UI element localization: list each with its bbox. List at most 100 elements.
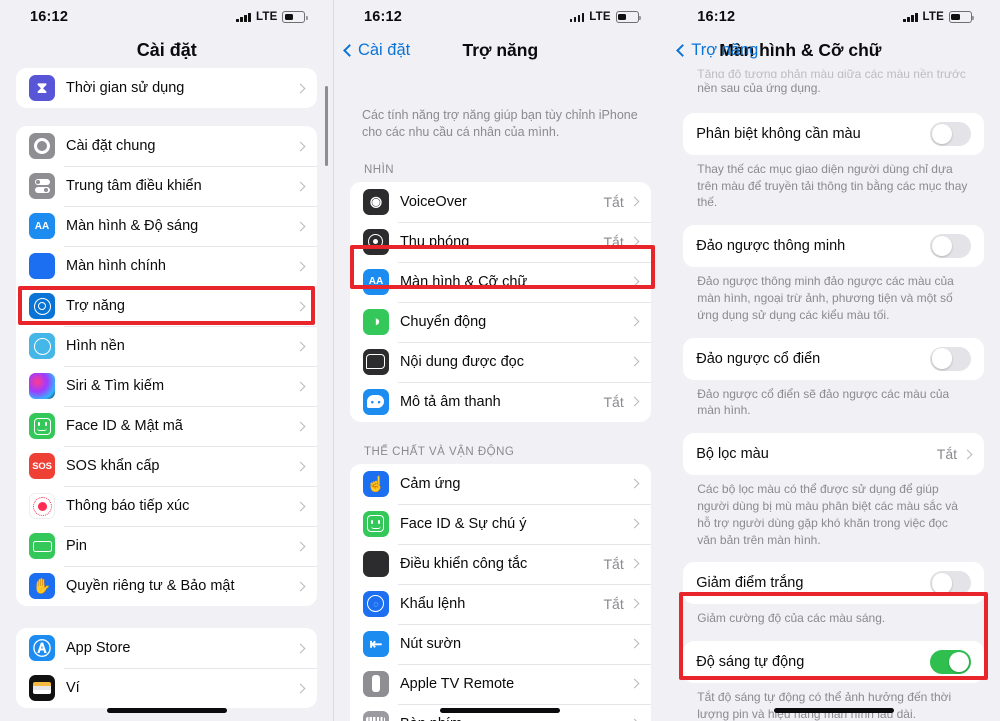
row-label: Pin <box>66 538 87 554</box>
group-auto-brightness: Độ sáng tự động <box>683 641 985 684</box>
row-voice-control[interactable]: Khẩu lệnh Tắt <box>350 583 651 624</box>
row-label: Hình nền <box>66 338 125 354</box>
chevron-right-icon <box>629 396 640 407</box>
row-label: Mô tả âm thanh <box>399 393 501 410</box>
sidebar-item-home-screen[interactable]: Màn hình chính <box>16 246 318 286</box>
row-side-button[interactable]: Nút sườn <box>350 623 651 664</box>
accessibility-scroll-area[interactable]: Các tính năng trợ năng giúp bạn tùy chỉn… <box>334 70 667 721</box>
row-color-filters[interactable]: Bộ lọc màu Tắt <box>683 433 984 475</box>
nav-bar-settings: Cài đặt <box>0 30 334 70</box>
toggle-differentiate-without-color[interactable] <box>930 121 972 146</box>
sidebar-item-screentime[interactable]: Thời gian sử dụng <box>16 68 317 108</box>
row-switch-control[interactable]: Điều khiển công tắc Tắt <box>350 543 651 584</box>
display-text-scroll-area[interactable]: Tăng độ tương phản màu giữa các màu nền … <box>667 66 1000 721</box>
carrier-label: LTE <box>922 11 945 23</box>
cellular-signal-icon <box>903 12 918 22</box>
home-indicator <box>106 708 227 713</box>
row-value: Tắt <box>603 393 624 410</box>
row-differentiate-without-color[interactable]: Phân biệt không cần màu <box>683 113 984 155</box>
group-classic-invert: Đảo ngược cổ điển <box>683 337 985 380</box>
row-motion[interactable]: Chuyển động <box>350 301 651 342</box>
row-label: Siri & Tìm kiếm <box>66 378 165 394</box>
status-bar-time: 16:12 <box>30 9 69 25</box>
chevron-right-icon <box>296 83 306 93</box>
status-bar-indicators: LTE <box>903 11 975 23</box>
battery-icon <box>949 11 975 23</box>
row-smart-invert[interactable]: Đảo ngược thông minh <box>683 225 984 267</box>
row-apple-tv-remote[interactable]: Apple TV Remote <box>350 663 651 704</box>
nav-bar-accessibility: Cài đặt Trợ năng <box>333 30 667 70</box>
row-label: Chuyển động <box>399 313 487 330</box>
sidebar-item-general[interactable]: Cài đặt chung <box>16 126 317 166</box>
settings-group-main: Cài đặt chung Trung tâm điều khiển AA Mà… <box>16 126 318 606</box>
chevron-right-icon <box>296 141 306 151</box>
spoken-content-icon <box>362 348 389 375</box>
toggle-smart-invert[interactable] <box>930 234 972 259</box>
row-classic-invert[interactable]: Đảo ngược cổ điển <box>683 338 984 380</box>
wallpaper-icon <box>29 333 55 359</box>
row-label: Phân biệt không cần màu <box>696 125 861 142</box>
sidebar-item-exposure-notifications[interactable]: Thông báo tiếp xúc <box>16 486 318 526</box>
row-label: Thời gian sử dụng <box>66 80 185 96</box>
row-touch[interactable]: Cảm ứng <box>350 464 651 504</box>
exposure-notification-icon <box>29 493 55 519</box>
face-id-icon <box>29 413 55 439</box>
sidebar-item-display-brightness[interactable]: AA Màn hình & Độ sáng <box>16 206 318 246</box>
sidebar-item-emergency-sos[interactable]: SOS SOS khẩn cấp <box>16 446 318 486</box>
row-label: VoiceOver <box>399 193 467 210</box>
row-spoken-content[interactable]: Nội dung được đọc <box>350 341 651 382</box>
row-label: Giảm điểm trắng <box>696 575 804 592</box>
footnote-differentiate-without-color: Thay thế các mục giao diện người dùng ch… <box>697 161 968 210</box>
sidebar-item-wallpaper[interactable]: Hình nền <box>16 326 318 366</box>
row-label: Face ID & Mật mã <box>66 418 183 434</box>
back-button[interactable]: Cài đặt <box>343 41 410 60</box>
sidebar-item-app-store[interactable]: App Store <box>16 628 317 668</box>
switch-control-icon <box>362 550 389 577</box>
sidebar-item-battery[interactable]: Pin <box>16 526 318 566</box>
chevron-right-icon <box>296 581 306 591</box>
toggle-reduce-white-point[interactable] <box>930 571 972 596</box>
sidebar-item-privacy-security[interactable]: Quyền riêng tư & Bảo mật <box>16 566 318 606</box>
vision-group: VoiceOver Tắt Thu phóng Tắt AA Màn hình … <box>349 181 651 422</box>
row-label: Bộ lọc màu <box>696 446 769 463</box>
sidebar-item-control-center[interactable]: Trung tâm điều khiển <box>16 166 318 206</box>
row-label: Ví <box>66 680 80 696</box>
chevron-right-icon <box>296 381 306 391</box>
status-bar-time: 16:12 <box>697 9 736 25</box>
row-auto-brightness[interactable]: Độ sáng tự động <box>683 641 984 683</box>
toggle-auto-brightness[interactable] <box>930 650 972 675</box>
siri-icon <box>29 373 55 399</box>
chevron-right-icon <box>629 478 640 489</box>
chevron-right-icon <box>629 236 640 247</box>
phone-screen-accessibility: 16:12 LTE Cài đặt Trợ năng Các tính năng… <box>333 0 667 721</box>
row-value: Tắt <box>603 233 624 250</box>
row-value: Tắt <box>603 555 624 572</box>
row-label: App Store <box>66 640 131 656</box>
row-reduce-white-point[interactable]: Giảm điểm trắng <box>683 562 984 604</box>
status-bar-time: 16:12 <box>363 9 403 25</box>
row-display-text-size[interactable]: AA Màn hình & Cỡ chữ <box>350 261 651 302</box>
row-label: Màn hình & Độ sáng <box>66 218 199 234</box>
row-audio-description[interactable]: Mô tả âm thanh Tắt <box>350 381 651 422</box>
motion-icon <box>362 308 389 335</box>
row-label: Face ID & Sự chú ý <box>399 515 527 532</box>
sidebar-item-siri-search[interactable]: Siri & Tìm kiếm <box>16 366 318 406</box>
wallet-icon <box>29 675 55 701</box>
row-face-id-attention[interactable]: Face ID & Sự chú ý <box>350 503 651 544</box>
scrollbar-thumb[interactable] <box>325 86 329 166</box>
toggle-classic-invert[interactable] <box>930 346 972 371</box>
row-zoom[interactable]: Thu phóng Tắt <box>350 221 651 262</box>
apple-tv-remote-icon <box>362 670 389 697</box>
chevron-right-icon <box>296 643 306 653</box>
clipped-footnote-line2: nền sau của ứng dụng. <box>697 81 821 95</box>
row-voiceover[interactable]: VoiceOver Tắt <box>350 182 651 222</box>
row-label: Quyền riêng tư & Bảo mật <box>66 578 235 594</box>
cellular-signal-icon <box>236 12 251 22</box>
sidebar-item-accessibility[interactable]: Trợ năng <box>16 286 318 326</box>
back-button[interactable]: Trợ năng <box>676 41 758 60</box>
physical-motor-group: Cảm ứng Face ID & Sự chú ý Điều khiển cô… <box>349 463 651 721</box>
audio-description-icon <box>362 388 389 415</box>
settings-scroll-area[interactable]: Thời gian sử dụng Cài đặt chung Trung tâ… <box>0 68 333 719</box>
sidebar-item-face-id-passcode[interactable]: Face ID & Mật mã <box>16 406 318 446</box>
sidebar-item-wallet[interactable]: Ví <box>16 668 318 708</box>
